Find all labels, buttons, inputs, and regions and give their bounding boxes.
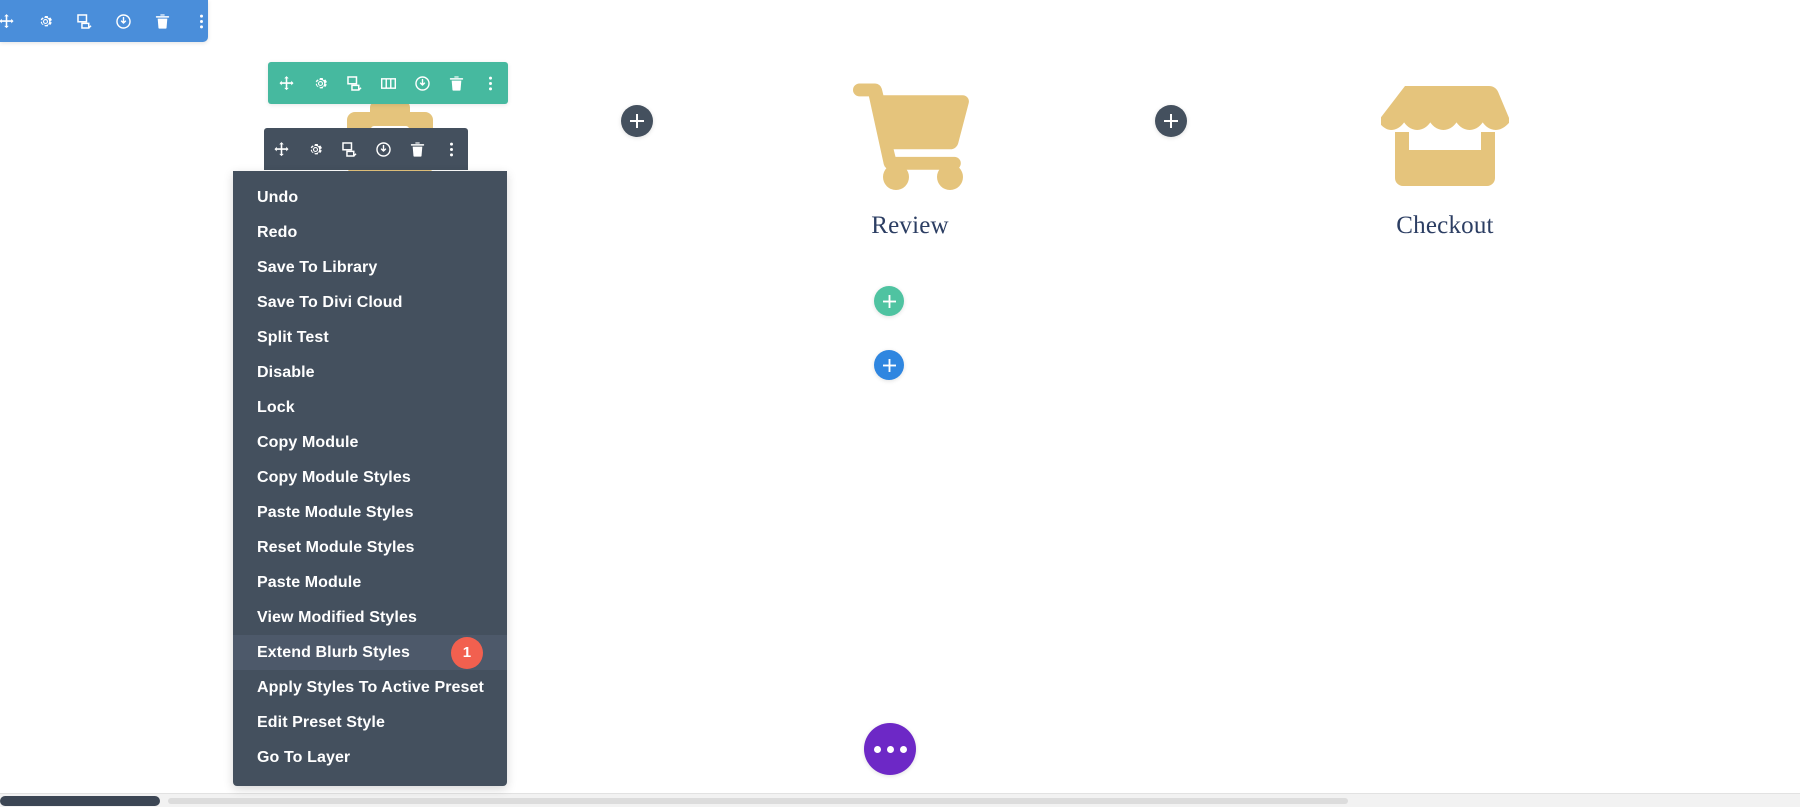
- menu-item-save-to-divi-cloud[interactable]: Save To Divi Cloud: [233, 285, 507, 320]
- menu-item-view-modified-styles[interactable]: View Modified Styles: [233, 600, 507, 635]
- duplicate-icon[interactable]: [346, 75, 363, 92]
- menu-item-label: View Modified Styles: [257, 608, 417, 626]
- menu-item-reset-module-styles[interactable]: Reset Module Styles: [233, 530, 507, 565]
- menu-item-label: Split Test: [257, 328, 329, 346]
- duplicate-icon[interactable]: [341, 141, 358, 158]
- menu-item-disable[interactable]: Disable: [233, 355, 507, 390]
- move-icon[interactable]: [278, 75, 295, 92]
- storefront-icon: [1325, 78, 1565, 190]
- add-row-button[interactable]: [874, 286, 904, 316]
- columns-icon[interactable]: [380, 75, 397, 92]
- move-icon[interactable]: [273, 141, 290, 158]
- menu-item-extend-blurb-styles[interactable]: Extend Blurb Styles 1: [233, 635, 507, 670]
- menu-item-label: Apply Styles To Active Preset: [257, 678, 484, 696]
- menu-item-label: Redo: [257, 223, 298, 241]
- power-icon[interactable]: [414, 75, 431, 92]
- menu-item-label: Extend Blurb Styles: [257, 643, 411, 661]
- power-icon[interactable]: [375, 141, 392, 158]
- ellipsis-icon: [873, 745, 907, 753]
- menu-item-label: Undo: [257, 188, 299, 206]
- menu-item-save-to-library[interactable]: Save To Library: [233, 250, 507, 285]
- menu-item-split-test[interactable]: Split Test: [233, 320, 507, 355]
- plus-icon: [882, 294, 896, 308]
- menu-item-apply-styles-to-active-preset[interactable]: Apply Styles To Active Preset: [233, 670, 507, 705]
- scrollbar-thumb[interactable]: [0, 796, 160, 806]
- shopping-cart-icon: [790, 78, 1030, 190]
- menu-item-label: Reset Module Styles: [257, 538, 415, 556]
- gear-icon[interactable]: [307, 141, 324, 158]
- menu-item-label: Go To Layer: [257, 748, 351, 766]
- add-section-button[interactable]: [874, 350, 904, 380]
- trash-icon[interactable]: [409, 141, 426, 158]
- blurb-module-checkout[interactable]: Checkout: [1325, 78, 1565, 240]
- trash-icon[interactable]: [448, 75, 465, 92]
- plus-icon: [882, 358, 896, 372]
- page-settings-bar-button[interactable]: [864, 723, 916, 775]
- kebab-menu-icon[interactable]: [443, 141, 460, 158]
- scrollbar-rail[interactable]: [168, 798, 1348, 804]
- blurb-module-review[interactable]: Review: [790, 78, 1030, 240]
- menu-item-paste-module-styles[interactable]: Paste Module Styles: [233, 495, 507, 530]
- blurb-label: Checkout: [1396, 212, 1494, 239]
- menu-item-redo[interactable]: Redo: [233, 215, 507, 250]
- menu-item-paste-module[interactable]: Paste Module: [233, 565, 507, 600]
- divi-builder-canvas: Review Checkout Undo Redo Save To Librar…: [0, 0, 1800, 807]
- gear-icon[interactable]: [312, 75, 329, 92]
- menu-item-edit-preset-style[interactable]: Edit Preset Style: [233, 705, 507, 740]
- menu-item-go-to-layer[interactable]: Go To Layer: [233, 740, 507, 775]
- module-toolbar[interactable]: [264, 128, 468, 170]
- menu-item-label: Save To Library: [257, 258, 378, 276]
- menu-item-copy-module-styles[interactable]: Copy Module Styles: [233, 460, 507, 495]
- plus-icon: [630, 114, 644, 128]
- menu-item-label: Save To Divi Cloud: [257, 293, 403, 311]
- menu-item-label: Disable: [257, 363, 315, 381]
- menu-item-label: Paste Module: [257, 573, 362, 591]
- menu-item-badge: 1: [451, 636, 483, 669]
- kebab-menu-icon[interactable]: [482, 75, 499, 92]
- section-toolbar[interactable]: [268, 62, 508, 104]
- plus-icon: [1164, 114, 1178, 128]
- menu-item-label: Edit Preset Style: [257, 713, 385, 731]
- menu-item-label: Copy Module: [257, 433, 359, 451]
- blurb-label: Review: [871, 212, 949, 239]
- menu-item-undo[interactable]: Undo: [233, 180, 507, 215]
- add-module-button-2[interactable]: [1155, 105, 1187, 137]
- menu-item-label: Copy Module Styles: [257, 468, 411, 486]
- menu-item-copy-module[interactable]: Copy Module: [233, 425, 507, 460]
- horizontal-scrollbar[interactable]: [0, 793, 1800, 807]
- menu-item-label: Lock: [257, 398, 295, 416]
- menu-item-label: Paste Module Styles: [257, 503, 414, 521]
- menu-item-lock[interactable]: Lock: [233, 390, 507, 425]
- add-module-button-1[interactable]: [621, 105, 653, 137]
- module-context-menu[interactable]: Undo Redo Save To Library Save To Divi Clou…: [233, 171, 507, 786]
